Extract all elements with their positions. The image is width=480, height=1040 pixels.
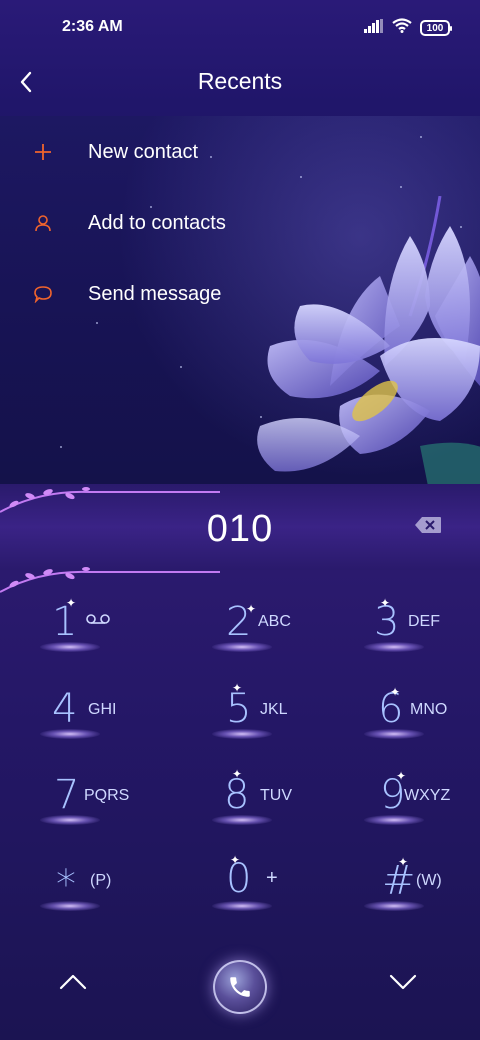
key-glow	[40, 642, 100, 652]
key-star-digit: *	[56, 862, 76, 908]
key-glow	[364, 815, 424, 825]
number-display: 010	[0, 484, 480, 593]
plus-icon	[32, 141, 54, 163]
signal-icon	[364, 18, 384, 38]
status-bar: 2:36 AM 100	[0, 0, 480, 56]
key-glow	[40, 815, 100, 825]
add-to-contacts-label: Add to contacts	[88, 211, 226, 234]
key-star-letters: (P)	[90, 872, 112, 889]
key-glow	[212, 642, 272, 652]
backspace-button[interactable]	[414, 516, 444, 536]
key-star[interactable]: * (P)	[0, 857, 160, 945]
recents-menu: New contact Add to contacts Send message	[0, 116, 480, 484]
key-2-letters: ABC	[258, 613, 291, 630]
key-3-letters: DEF	[408, 613, 440, 630]
key-7-digit: 7	[54, 772, 80, 818]
sparkle-icon: ✦	[390, 685, 401, 699]
key-0[interactable]: 0 ✦ +	[160, 853, 320, 945]
key-0-letters: +	[266, 867, 278, 889]
key-hash-letters: (W)	[416, 872, 442, 889]
key-7[interactable]: 7 PQRS	[0, 771, 160, 859]
key-5-letters: JKL	[260, 701, 288, 718]
key-glow	[212, 729, 272, 739]
key-6-letters: MNO	[410, 701, 448, 718]
chevron-up-icon	[59, 974, 87, 990]
sparkle-icon: ✦	[66, 596, 77, 610]
key-1[interactable]: 1 ✦	[0, 594, 160, 682]
call-button[interactable]	[213, 960, 267, 1014]
add-to-contacts-item[interactable]: Add to contacts	[0, 195, 300, 251]
backspace-icon	[415, 517, 441, 533]
key-4-digit: 4	[52, 686, 78, 732]
key-4[interactable]: 4 GHI	[0, 683, 160, 771]
send-message-label: Send message	[88, 282, 222, 305]
status-icons: 100	[364, 18, 452, 38]
bottom-bar	[0, 950, 480, 1040]
key-glow	[212, 815, 272, 825]
key-4-letters: GHI	[88, 701, 117, 718]
wifi-icon	[392, 18, 412, 38]
more-options-button[interactable]	[388, 972, 422, 1002]
key-9-letters: WXYZ	[404, 787, 451, 804]
sparkle-icon: ✦	[232, 681, 243, 695]
key-3[interactable]: 3 ✦ DEF	[320, 594, 480, 682]
collapse-dialpad-button[interactable]	[58, 972, 92, 1002]
dialpad: 1 ✦ 2 ✦ ABC 3 ✦ DEF 4 GHI 5 ✦ JKL 6 ✦ MN…	[0, 580, 480, 940]
key-8-letters: TUV	[260, 787, 292, 804]
key-9[interactable]: 9 ✦ WXYZ	[320, 769, 480, 859]
sparkle-icon: ✦	[380, 596, 391, 610]
chevron-down-icon	[389, 974, 417, 990]
sparkle-icon: ✦	[396, 769, 407, 783]
key-5[interactable]: 5 ✦ JKL	[160, 681, 320, 771]
phone-icon	[230, 977, 250, 997]
voicemail-icon	[86, 612, 110, 630]
dialer-screen: 2:36 AM 100 Recents New contact Add to c…	[0, 0, 480, 1040]
header: Recents	[0, 56, 480, 114]
key-glow	[40, 901, 100, 911]
key-glow	[40, 729, 100, 739]
new-contact-label: New contact	[88, 140, 199, 163]
page-title: Recents	[197, 68, 283, 94]
key-5-digit: 5	[226, 686, 252, 732]
message-bubble-icon	[32, 283, 54, 305]
key-2[interactable]: 2 ✦ ABC	[160, 594, 320, 682]
sparkle-icon: ✦	[230, 853, 241, 867]
key-8-digit: 8	[224, 772, 250, 818]
person-icon	[32, 212, 54, 234]
send-message-item[interactable]: Send message	[0, 266, 300, 322]
key-glow	[364, 729, 424, 739]
key-glow	[364, 642, 424, 652]
key-7-letters: PQRS	[84, 787, 130, 804]
new-contact-item[interactable]: New contact	[0, 124, 300, 180]
key-8[interactable]: 8 ✦ TUV	[160, 767, 320, 859]
sparkle-icon: ✦	[398, 855, 409, 869]
sparkle-icon: ✦	[246, 602, 257, 616]
key-hash[interactable]: # ✦ (W)	[320, 855, 480, 945]
key-glow	[212, 901, 272, 911]
dialed-number: 010	[206, 508, 274, 550]
key-glow	[364, 901, 424, 911]
battery-icon: 100	[420, 20, 452, 36]
sparkle-icon: ✦	[232, 767, 243, 781]
status-time: 2:36 AM	[62, 18, 123, 35]
key-6[interactable]: 6 ✦ MNO	[320, 683, 480, 771]
